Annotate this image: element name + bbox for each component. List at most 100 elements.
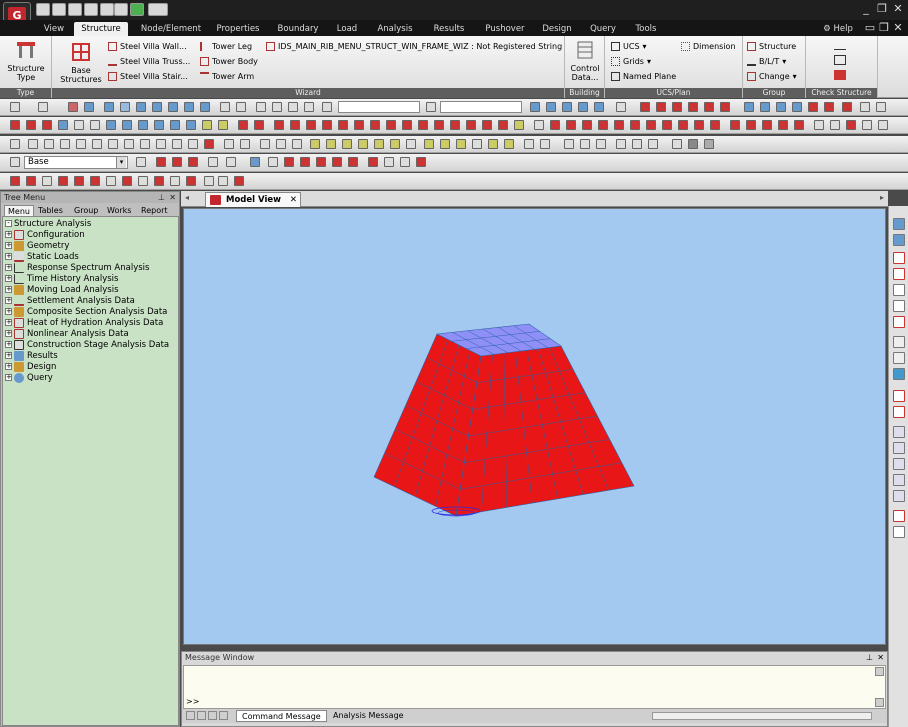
check-dup-icon[interactable]: [402, 120, 412, 130]
expand-icon[interactable]: +: [5, 242, 12, 249]
expand-icon[interactable]: +: [5, 341, 12, 348]
zoom-fit-icon[interactable]: [893, 252, 905, 264]
dynamic-view-icon[interactable]: [893, 218, 905, 230]
message-body[interactable]: >>: [183, 665, 886, 709]
base-structures-button[interactable]: Base Structures: [56, 42, 106, 84]
restore-icon[interactable]: ❐: [876, 2, 888, 16]
start-number-icon[interactable]: [186, 120, 196, 130]
back-icon[interactable]: [893, 442, 905, 454]
plane-select-icon[interactable]: [136, 102, 146, 112]
tree-item-moving-load[interactable]: + Moving Load Analysis: [5, 284, 119, 295]
tab-scroll-right-icon[interactable]: ▸: [880, 193, 884, 202]
expand-icon[interactable]: +: [5, 319, 12, 326]
panel-zone-icon[interactable]: [646, 120, 656, 130]
front-view-icon[interactable]: [530, 102, 540, 112]
scale-node-icon[interactable]: [138, 120, 148, 130]
story-select[interactable]: Base ▾: [24, 156, 128, 169]
renumber-node-icon[interactable]: [170, 120, 180, 130]
plate-icon[interactable]: [688, 102, 698, 112]
node-local-icon[interactable]: [678, 120, 688, 130]
tree-item-configuration[interactable]: + Configuration: [5, 229, 85, 240]
display-icon[interactable]: [744, 102, 754, 112]
up-arrow-icon[interactable]: [224, 139, 234, 149]
front-icon[interactable]: [893, 426, 905, 438]
lock-b-icon[interactable]: [688, 139, 698, 149]
tree-item-settlement[interactable]: + Settlement Analysis Data: [5, 295, 135, 306]
tab-analysis-message[interactable]: Analysis Message: [328, 710, 409, 722]
help-menu[interactable]: ⚙ Help: [818, 22, 858, 36]
seismic-load-icon[interactable]: [846, 120, 856, 130]
expand-icon[interactable]: +: [5, 352, 12, 359]
beam-end-icon[interactable]: [598, 120, 608, 130]
export-doc-icon[interactable]: [632, 139, 642, 149]
save-as-icon[interactable]: [84, 3, 98, 16]
align-icon[interactable]: [540, 139, 550, 149]
join-icon[interactable]: [124, 139, 134, 149]
rotate-node-icon[interactable]: [58, 120, 68, 130]
grids-button[interactable]: Grids ▾: [611, 55, 651, 68]
unselect-icon[interactable]: [200, 102, 210, 112]
tree-tab-works[interactable]: Works: [104, 205, 134, 216]
named-plane-button[interactable]: Named Plane: [611, 70, 676, 83]
story-copy-icon[interactable]: [172, 157, 182, 167]
pencil-icon[interactable]: [424, 139, 434, 149]
tab-properties[interactable]: Properties: [212, 22, 264, 36]
tab-view[interactable]: View: [38, 22, 70, 36]
tree-tab-group[interactable]: Group: [71, 205, 101, 216]
frame-icon[interactable]: [250, 157, 260, 167]
pressure-load-icon[interactable]: [778, 120, 788, 130]
divide-node-icon[interactable]: [106, 120, 116, 130]
diaphragm-icon[interactable]: [694, 120, 704, 130]
redo-icon[interactable]: [38, 102, 48, 112]
model-view-tab[interactable]: Model View ✕: [205, 192, 301, 207]
pan-icon[interactable]: [893, 336, 905, 348]
inactivate-icon[interactable]: [236, 102, 246, 112]
renumber-element-icon[interactable]: [370, 120, 380, 130]
pick-icon[interactable]: [472, 139, 482, 149]
iso-view-icon[interactable]: [594, 102, 604, 112]
group-d-icon[interactable]: [58, 176, 68, 186]
tree-item-construction-stage[interactable]: + Construction Stage Analysis Data: [5, 339, 169, 350]
prestress-icon[interactable]: [862, 120, 872, 130]
elastic-link-icon[interactable]: [566, 120, 576, 130]
scale-icon[interactable]: [240, 139, 250, 149]
delete-x-icon[interactable]: [28, 139, 38, 149]
create-node-icon[interactable]: [10, 120, 20, 130]
expand-icon[interactable]: +: [5, 286, 12, 293]
change-button[interactable]: Change ▾: [747, 70, 797, 83]
tab-design[interactable]: Design: [538, 22, 576, 36]
clipboard-icon[interactable]: [596, 139, 606, 149]
select-previous-icon[interactable]: [168, 102, 178, 112]
tree-item-static-loads[interactable]: + Static Loads: [5, 251, 79, 262]
dimension-line-icon[interactable]: [260, 139, 270, 149]
tree-tab-menu[interactable]: Menu: [4, 205, 34, 216]
perspective-icon[interactable]: [776, 102, 786, 112]
check-line-icon[interactable]: [834, 40, 846, 50]
tree-item-heat-of-hydration[interactable]: + Heat of Hydration Analysis Data: [5, 317, 163, 328]
group-b-icon[interactable]: [26, 176, 36, 186]
tree-item-nonlinear[interactable]: + Nonlinear Analysis Data: [5, 328, 129, 339]
message-pin-icon[interactable]: ⊥: [866, 653, 873, 662]
collapse-icon[interactable]: -: [5, 220, 12, 227]
tree-close-icon[interactable]: ✕: [169, 192, 176, 203]
control-data-button[interactable]: Control Data...: [567, 40, 603, 82]
node-icon[interactable]: [640, 102, 650, 112]
tower-arm-button[interactable]: Tower Arm: [200, 70, 254, 83]
zoom-out-icon[interactable]: [893, 300, 905, 312]
shade-icon[interactable]: [824, 102, 834, 112]
shrink-icon[interactable]: [760, 102, 770, 112]
elem-section-icon[interactable]: [434, 120, 444, 130]
node-snap-icon[interactable]: [284, 157, 294, 167]
plate-end-icon[interactable]: [614, 120, 624, 130]
selection-filter-select[interactable]: [338, 101, 420, 113]
tree-item-composite-section[interactable]: + Composite Section Analysis Data: [5, 306, 167, 317]
right-view-icon[interactable]: [578, 102, 588, 112]
top-view-icon[interactable]: [546, 102, 556, 112]
layer-icon[interactable]: [326, 139, 336, 149]
story-axis-icon[interactable]: [226, 157, 236, 167]
snap-icon[interactable]: [256, 102, 266, 112]
floor-load-icon[interactable]: [814, 120, 824, 130]
tree-tab-report[interactable]: Report: [138, 205, 171, 216]
line-icon[interactable]: [10, 139, 20, 149]
group-h-icon[interactable]: [122, 176, 132, 186]
